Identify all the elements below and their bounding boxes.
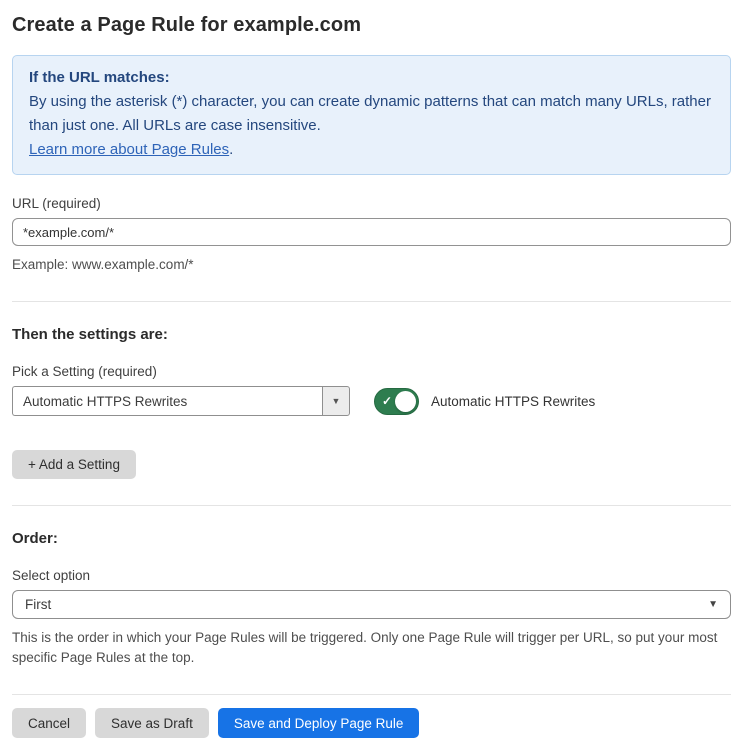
- setting-select[interactable]: Automatic HTTPS Rewrites ▼: [12, 386, 350, 416]
- https-rewrites-toggle[interactable]: ✓: [374, 387, 419, 415]
- order-select[interactable]: First ▼: [12, 590, 731, 619]
- url-input[interactable]: [12, 218, 731, 246]
- order-helper-text: This is the order in which your Page Rul…: [12, 630, 718, 665]
- url-matches-info-box: If the URL matches: By using the asteris…: [12, 55, 731, 175]
- info-box-link-line: Learn more about Page Rules.: [29, 138, 714, 162]
- check-icon: ✓: [382, 394, 393, 408]
- url-helper-text: Example: www.example.com/*: [12, 257, 194, 272]
- page-title: Create a Page Rule for example.com: [12, 14, 362, 36]
- info-box-heading: If the URL matches:: [29, 69, 170, 86]
- divider: [12, 694, 731, 695]
- chevron-down-icon: ▼: [331, 396, 341, 406]
- save-draft-button[interactable]: Save as Draft: [95, 708, 209, 738]
- learn-more-link[interactable]: Learn more about Page Rules: [29, 141, 229, 158]
- divider: [12, 301, 731, 302]
- save-deploy-button[interactable]: Save and Deploy Page Rule: [217, 708, 420, 738]
- add-setting-button[interactable]: + Add a Setting: [12, 450, 136, 479]
- order-select-value: First: [25, 597, 52, 612]
- order-select-label: Select option: [12, 568, 91, 583]
- cancel-button[interactable]: Cancel: [12, 708, 87, 738]
- chevron-down-icon: ▼: [708, 599, 718, 610]
- info-box-body: By using the asterisk (*) character, you…: [29, 93, 711, 134]
- setting-toggle-group: ✓ Automatic HTTPS Rewrites: [374, 387, 596, 415]
- setting-row: Automatic HTTPS Rewrites ▼ ✓ Automatic H…: [12, 386, 731, 416]
- settings-section-heading: Then the settings are:: [12, 326, 168, 343]
- order-section-heading: Order:: [12, 530, 58, 547]
- pick-setting-label: Pick a Setting (required): [12, 364, 157, 379]
- create-page-rule-form: Create a Page Rule for example.com If th…: [0, 0, 743, 738]
- footer-actions: Cancel Save as Draft Save and Deploy Pag…: [12, 708, 731, 738]
- toggle-knob: [395, 390, 416, 412]
- url-label: URL (required): [12, 196, 101, 211]
- setting-select-value[interactable]: Automatic HTTPS Rewrites: [12, 386, 322, 416]
- divider: [12, 505, 731, 506]
- setting-select-arrow-button[interactable]: ▼: [322, 386, 350, 416]
- toggle-label: Automatic HTTPS Rewrites: [431, 393, 596, 409]
- link-suffix: .: [229, 141, 234, 158]
